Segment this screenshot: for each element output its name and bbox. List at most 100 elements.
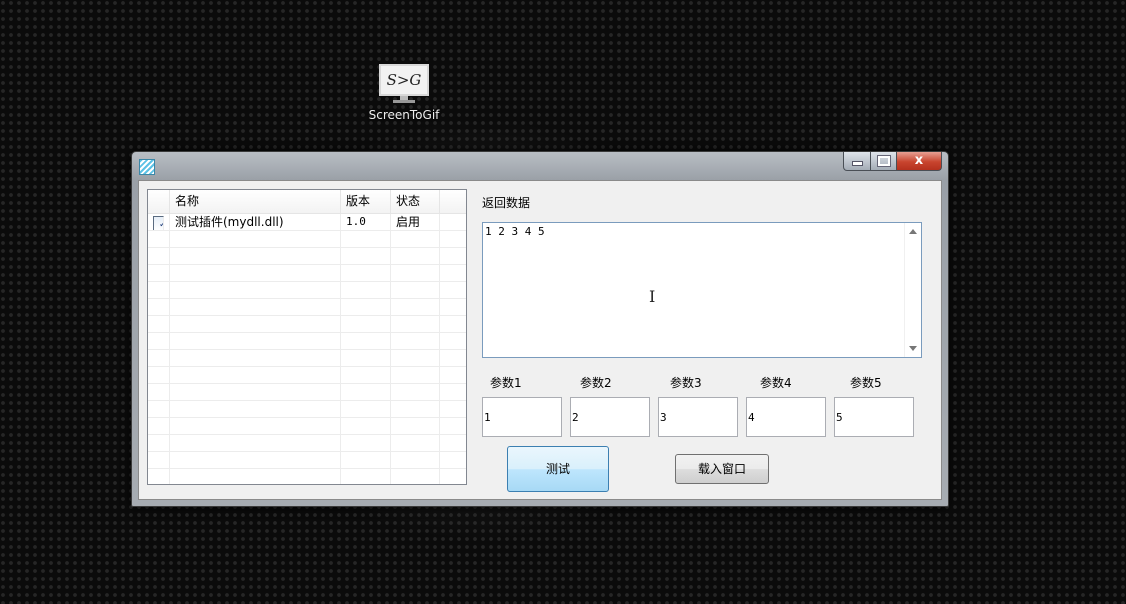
param3-label: 参数3	[670, 376, 702, 390]
plugin-list[interactable]: 名称 版本 状态 ✓ 测试插件(mydll.dll) 1.0 启用	[147, 189, 467, 485]
param3-input[interactable]: 3	[658, 397, 738, 437]
empty-cell	[148, 265, 170, 281]
test-button[interactable]: 测试	[507, 446, 609, 492]
empty-cell	[148, 401, 170, 417]
empty-cell	[391, 435, 440, 451]
empty-cell	[148, 282, 170, 298]
empty-cell	[440, 316, 466, 332]
window-controls: x	[843, 152, 942, 171]
app-icon	[139, 159, 155, 175]
param1-input[interactable]: 1	[482, 397, 562, 437]
table-row	[148, 231, 466, 248]
empty-cell	[440, 367, 466, 383]
empty-cell	[440, 231, 466, 247]
table-row	[148, 265, 466, 282]
empty-cell	[391, 469, 440, 484]
empty-cell	[341, 282, 391, 298]
empty-cell	[170, 231, 341, 247]
scroll-up-icon[interactable]	[909, 229, 917, 234]
param4-label: 参数4	[760, 376, 792, 390]
empty-cell	[170, 367, 341, 383]
param4-input[interactable]: 4	[746, 397, 826, 437]
screentogif-icon: S>G	[379, 64, 429, 96]
maximize-icon	[876, 155, 891, 167]
row-spacer	[440, 214, 466, 230]
empty-cell	[341, 316, 391, 332]
empty-cell	[391, 384, 440, 400]
table-row	[148, 350, 466, 367]
empty-cell	[148, 299, 170, 315]
header-check-col[interactable]	[148, 190, 170, 213]
table-row	[148, 401, 466, 418]
empty-cell	[391, 299, 440, 315]
empty-cell	[391, 333, 440, 349]
empty-cell	[440, 350, 466, 366]
table-row[interactable]: ✓ 测试插件(mydll.dll) 1.0 启用	[148, 214, 466, 231]
empty-cell	[440, 435, 466, 451]
empty-cell	[391, 452, 440, 468]
load-window-button[interactable]: 载入窗口	[675, 454, 769, 484]
empty-cell	[391, 248, 440, 264]
param2-input[interactable]: 2	[570, 397, 650, 437]
empty-cell	[148, 384, 170, 400]
scroll-down-icon[interactable]	[909, 346, 917, 351]
monitor-base	[393, 100, 415, 103]
list-body: ✓ 测试插件(mydll.dll) 1.0 启用	[148, 214, 466, 484]
row-checkbox[interactable]: ✓	[153, 216, 164, 230]
empty-cell	[391, 265, 440, 281]
list-header: 名称 版本 状态	[148, 190, 466, 214]
close-icon: x	[914, 153, 924, 168]
param2-value: 2	[572, 411, 579, 424]
table-row	[148, 367, 466, 384]
empty-cell	[170, 401, 341, 417]
table-row	[148, 316, 466, 333]
empty-cell	[341, 248, 391, 264]
minimize-button[interactable]	[843, 152, 871, 171]
empty-cell	[341, 418, 391, 434]
minimize-icon	[851, 161, 863, 166]
empty-cell	[391, 282, 440, 298]
empty-cell	[148, 469, 170, 484]
empty-cell	[341, 299, 391, 315]
empty-cell	[440, 384, 466, 400]
empty-cell	[170, 316, 341, 332]
param5-label: 参数5	[850, 376, 882, 390]
title-bar[interactable]: x	[132, 152, 948, 180]
empty-cell	[391, 316, 440, 332]
empty-cell	[341, 469, 391, 484]
table-row	[148, 452, 466, 469]
header-name[interactable]: 名称	[170, 190, 341, 213]
table-row	[148, 299, 466, 316]
param1-value: 1	[484, 411, 491, 424]
empty-cell	[341, 401, 391, 417]
desktop-icon-screentogif[interactable]: S>G ScreenToGif	[364, 64, 444, 122]
empty-cell	[440, 418, 466, 434]
empty-cell	[148, 418, 170, 434]
maximize-button[interactable]	[871, 152, 897, 171]
header-status[interactable]: 状态	[391, 190, 440, 213]
table-row	[148, 282, 466, 299]
param3-value: 3	[660, 411, 667, 424]
param5-input[interactable]: 5	[834, 397, 914, 437]
table-row	[148, 435, 466, 452]
close-button[interactable]: x	[897, 152, 942, 171]
empty-cell	[148, 350, 170, 366]
result-textarea[interactable]: 1 2 3 4 5	[482, 222, 922, 358]
empty-cell	[341, 231, 391, 247]
desktop-icon-label: ScreenToGif	[368, 108, 440, 122]
client-area: 名称 版本 状态 ✓ 测试插件(mydll.dll) 1.0 启用 返回数据 1	[138, 180, 942, 500]
empty-cell	[440, 248, 466, 264]
empty-cell	[341, 452, 391, 468]
empty-cell	[170, 333, 341, 349]
empty-cell	[170, 435, 341, 451]
empty-cell	[170, 418, 341, 434]
empty-cell	[341, 350, 391, 366]
empty-cell	[391, 401, 440, 417]
result-scrollbar[interactable]	[904, 223, 921, 357]
row-checkbox-cell: ✓	[148, 214, 170, 230]
empty-cell	[391, 231, 440, 247]
header-version[interactable]: 版本	[341, 190, 391, 213]
table-row	[148, 248, 466, 265]
table-row	[148, 469, 466, 484]
empty-cell	[148, 435, 170, 451]
